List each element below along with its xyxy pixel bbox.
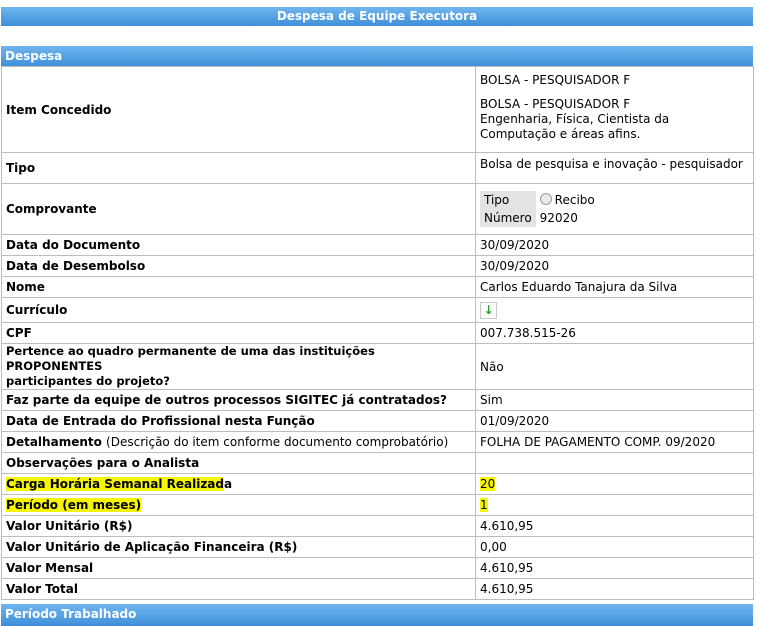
data-documento-value: 30/09/2020 <box>475 234 754 256</box>
nome-label: Nome <box>1 276 476 298</box>
observacoes-label: Observações para o Analista <box>1 452 476 474</box>
detalhamento-note: (Descrição do item conforme documento co… <box>106 435 449 449</box>
quadro-label-line-1: Pertence ao quadro permanente de uma das… <box>6 344 375 373</box>
item-line-3: Engenharia, Física, Cientista da <box>480 112 670 126</box>
valor-aplicacao-value: 0,00 <box>475 536 754 558</box>
detalhamento-title: Detalhamento <box>6 435 102 449</box>
table-row: Data do Documento 30/09/2020 <box>1 234 754 256</box>
periodo-value-text: 1 <box>480 498 488 512</box>
data-desembolso-value: 30/09/2020 <box>475 255 754 277</box>
equipe-sigitec-value: Sim <box>475 389 754 411</box>
recibo-radio[interactable]: Recibo <box>536 191 599 209</box>
comprovante-label: Comprovante <box>1 183 476 235</box>
table-row: Valor Unitário (R$) 4.610,95 <box>1 515 754 537</box>
nome-value: Carlos Eduardo Tanajura da Silva <box>475 276 754 298</box>
data-entrada-value: 01/09/2020 <box>475 410 754 432</box>
carga-horaria-label-highlight: Carga Horária Semanal Realizad <box>6 477 224 491</box>
item-concedido-label: Item Concedido <box>1 66 476 153</box>
periodo-meses-label: Período (em meses) <box>1 494 476 516</box>
download-arrow-icon[interactable]: ↓ <box>480 301 497 319</box>
comprovante-numero-value: 92020 <box>539 211 578 225</box>
valor-unitario-value: 4.610,95 <box>475 515 754 537</box>
valor-aplicacao-label: Valor Unitário de Aplicação Financeira (… <box>1 536 476 558</box>
quadro-label-line-2: participantes do projeto? <box>6 374 170 388</box>
valor-total-value: 4.610,95 <box>475 578 754 600</box>
table-row: Valor Mensal 4.610,95 <box>1 557 754 579</box>
table-row: Observações para o Analista <box>1 452 754 474</box>
curriculo-label: Currículo <box>1 297 476 323</box>
valor-mensal-value: 4.610,95 <box>475 557 754 579</box>
table-row: CPF 007.738.515-26 <box>1 322 754 344</box>
table-row: Currículo ↓ <box>1 297 754 323</box>
comprovante-inner: Tipo Recibo Número 92020 <box>480 191 599 227</box>
valor-total-label: Valor Total <box>1 578 476 600</box>
section-header-periodo-trabalhado: Período Trabalhado <box>1 604 753 626</box>
item-line-2: BOLSA - PESQUISADOR F <box>480 97 631 111</box>
table-row: Carga Horária Semanal Realizada 20 <box>1 473 754 495</box>
data-documento-label: Data do Documento <box>1 234 476 256</box>
section-header-despesa: Despesa <box>1 46 753 66</box>
table-row: Tipo Bolsa de pesquisa e inovação - pesq… <box>1 152 754 184</box>
recibo-label: Recibo <box>554 193 595 207</box>
table-row: Data de Entrada do Profissional nesta Fu… <box>1 410 754 432</box>
table-row: Pertence ao quadro permanente de uma das… <box>1 343 754 390</box>
valor-unitario-label: Valor Unitário (R$) <box>1 515 476 537</box>
data-entrada-label: Data de Entrada do Profissional nesta Fu… <box>1 410 476 432</box>
data-desembolso-label: Data de Desembolso <box>1 255 476 277</box>
radio-icon[interactable] <box>539 193 552 205</box>
cpf-label: CPF <box>1 322 476 344</box>
carga-horaria-value-text: 20 <box>480 477 496 491</box>
comprovante-tipo-label: Tipo <box>480 191 536 209</box>
tipo-value: Bolsa de pesquisa e inovação - pesquisad… <box>475 152 754 184</box>
carga-horaria-value: 20 <box>475 473 754 495</box>
table-row: Data de Desembolso 30/09/2020 <box>1 255 754 277</box>
table-row: Período (em meses) 1 <box>1 494 754 516</box>
table-row: Valor Unitário de Aplicação Financeira (… <box>1 536 754 558</box>
detalhamento-value: FOLHA DE PAGAMENTO COMP. 09/2020 <box>475 431 754 453</box>
periodo-meses-value: 1 <box>475 494 754 516</box>
page-title: Despesa de Equipe Executora <box>1 7 753 26</box>
item-concedido-value: BOLSA - PESQUISADOR F BOLSA - PESQUISADO… <box>475 66 754 153</box>
equipe-sigitec-label: Faz parte da equipe de outros processos … <box>1 389 476 411</box>
comprovante-numero-label: Número <box>480 209 536 227</box>
table-row: Nome Carlos Eduardo Tanajura da Silva <box>1 276 754 298</box>
despesa-table: Item Concedido BOLSA - PESQUISADOR F BOL… <box>1 66 754 600</box>
table-row: Detalhamento (Descrição do item conforme… <box>1 431 754 453</box>
carga-horaria-label: Carga Horária Semanal Realizada <box>1 473 476 495</box>
quadro-permanente-label: Pertence ao quadro permanente de uma das… <box>1 343 476 390</box>
curriculo-value: ↓ <box>475 297 754 323</box>
table-row: Item Concedido BOLSA - PESQUISADOR F BOL… <box>1 66 754 153</box>
detalhamento-label: Detalhamento (Descrição do item conforme… <box>1 431 476 453</box>
valor-mensal-label: Valor Mensal <box>1 557 476 579</box>
comprovante-value: Tipo Recibo Número 92020 <box>475 183 754 235</box>
observacoes-value <box>475 452 754 474</box>
item-line-1: BOLSA - PESQUISADOR F <box>480 73 631 87</box>
quadro-permanente-value: Não <box>475 343 754 390</box>
carga-horaria-label-rest: a <box>224 477 233 491</box>
table-row: Valor Total 4.610,95 <box>1 578 754 600</box>
cpf-value: 007.738.515-26 <box>475 322 754 344</box>
tipo-label: Tipo <box>1 152 476 184</box>
table-row: Faz parte da equipe de outros processos … <box>1 389 754 411</box>
item-line-4: Computação e áreas afins. <box>480 127 641 141</box>
periodo-label-text: Período (em meses) <box>6 498 142 512</box>
table-row: Comprovante Tipo Recibo Número 92020 <box>1 183 754 235</box>
